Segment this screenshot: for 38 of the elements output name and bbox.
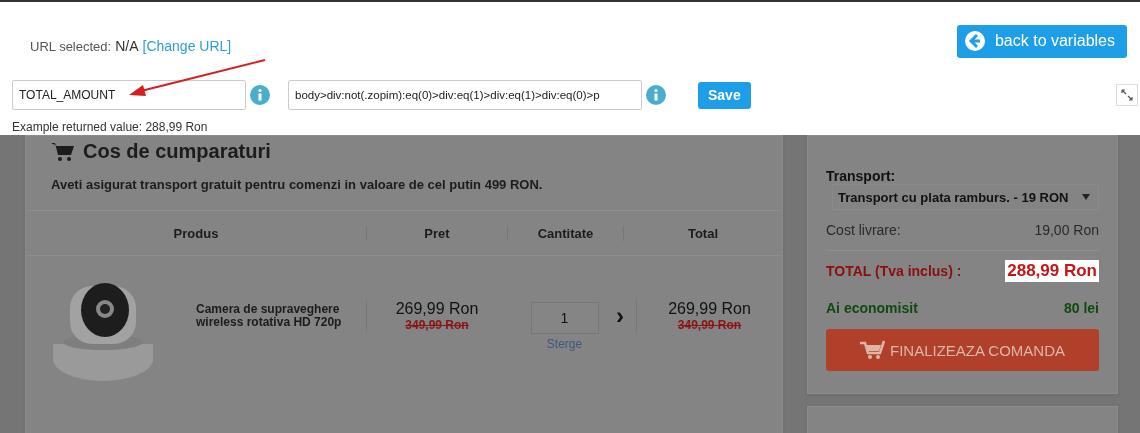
remove-link[interactable]: Sterge (546, 336, 583, 351)
price: 269,99 Ron (395, 300, 479, 318)
column-header: Produs (172, 225, 220, 241)
checkout-button[interactable]: FINALIZEAZA COMANDA (826, 329, 1099, 371)
save-button[interactable]: Save (698, 81, 751, 109)
transport-label: Transport: (826, 168, 897, 184)
cart-icon (860, 340, 886, 360)
summary-value: 288,99 Ron (1005, 260, 1099, 282)
old-price: 349,99 Ron (405, 318, 469, 332)
selector-field[interactable]: body>div:not(.zopim):eq(0)>div:eq(1)>div:eq(1)>div:eq(0)>p (288, 80, 642, 110)
column-header: Total (623, 225, 782, 241)
chevron-icon: › (616, 302, 636, 330)
summary-value: 80 lei (1063, 300, 1099, 316)
url-value: N/A (115, 38, 139, 54)
transport-select[interactable]: Transport cu plata ramburs. - 19 RON (832, 184, 1099, 210)
info-icon (646, 85, 666, 105)
summary-value: 19,00 Ron (1034, 222, 1099, 238)
expand-button[interactable] (1116, 84, 1138, 106)
old-total: 349,99 Ron (677, 318, 742, 332)
info-icon (250, 85, 270, 105)
quantity-field[interactable]: 1 (530, 301, 599, 334)
change-url-link[interactable]: [Change URL] (142, 38, 232, 54)
caret-icon (1082, 194, 1090, 200)
column-header: Cantitate (507, 225, 623, 241)
cart-title: Cos de cumparaturi (83, 140, 271, 163)
cart-icon (51, 140, 75, 163)
product-name: Camera de supraveghere wireless rotativa HD 720p (195, 303, 343, 329)
expand-icon (1121, 89, 1133, 101)
column-header: Pret (366, 225, 507, 241)
example-value: Example returned value: 288,99 Ron (12, 120, 209, 134)
summary-label: Cost livrare: (826, 222, 901, 238)
url-label: URL selected: (30, 39, 112, 54)
back-button[interactable]: back to variables (956, 24, 1127, 58)
shipping-notice: Aveti asigurat transport gratuit pentru comenzi in valoare de cel putin 499 RON. (26, 163, 782, 211)
total-price: 269,99 Ron (668, 300, 751, 318)
summary-label: Ai economisit (826, 300, 918, 316)
variable-name-field[interactable]: TOTAL_AMOUNT (12, 80, 246, 110)
summary-label: TOTAL (Tva inclus) : (826, 263, 962, 279)
